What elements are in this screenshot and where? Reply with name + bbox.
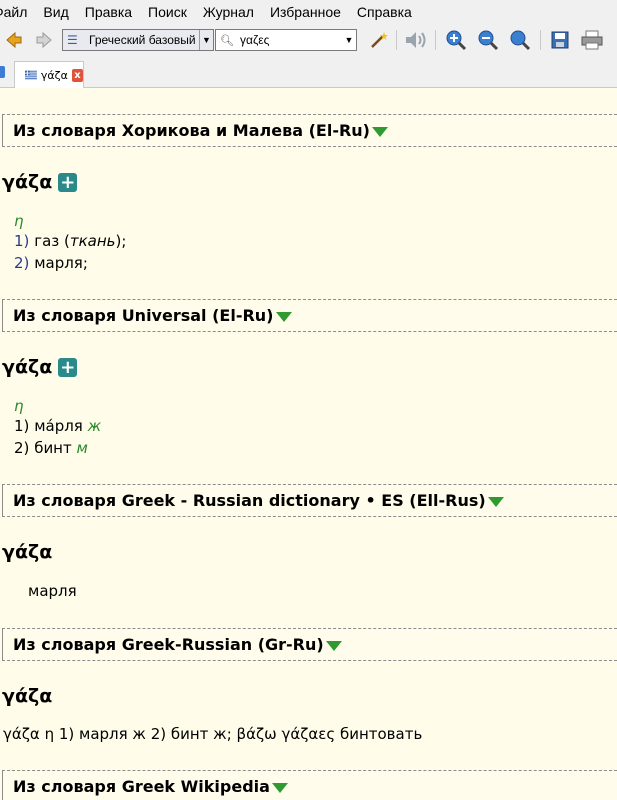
save-icon[interactable] xyxy=(548,28,572,52)
zoom-reset-icon[interactable] xyxy=(508,28,532,52)
sense-line: 1) газ (ткань); xyxy=(14,232,127,250)
print-icon[interactable] xyxy=(580,28,604,52)
headword: γάζα xyxy=(2,541,53,563)
menu-history[interactable]: Журнал xyxy=(203,4,254,20)
definition-text: марля xyxy=(28,582,77,600)
search-icon: 🔍︎ xyxy=(220,34,234,47)
list-icon: ☰ xyxy=(67,33,78,47)
dictionary-header-prefix: Из словаря xyxy=(13,777,117,796)
zoom-out-icon[interactable] xyxy=(476,28,500,52)
collapse-triangle-icon[interactable] xyxy=(275,311,292,322)
tab-gaza[interactable]: γάζα x xyxy=(14,61,84,88)
gender-marker: η xyxy=(14,212,24,230)
dictionary-header[interactable]: Из словаря Greek-Russian (Gr-Ru) xyxy=(2,628,617,661)
forward-arrow-icon[interactable] xyxy=(32,28,56,52)
menu-file[interactable]: Файл xyxy=(0,4,27,20)
collapse-triangle-icon[interactable] xyxy=(487,496,504,507)
add-to-favorites-icon[interactable]: + xyxy=(58,357,78,377)
dictionary-name: Greek Wikipedia xyxy=(121,777,270,796)
dictionary-group-select[interactable]: ☰ Греческий базовый ▼ xyxy=(62,29,214,51)
collapse-triangle-icon[interactable] xyxy=(271,782,288,793)
back-arrow-icon[interactable] xyxy=(2,28,26,52)
toolbar: ☰ Греческий базовый ▼ 🔍︎ γαζες ▼ xyxy=(0,24,617,57)
chevron-down-icon[interactable]: ▼ xyxy=(342,35,356,45)
magic-wand-icon[interactable] xyxy=(367,28,391,52)
dictionary-name: Greek-Russian (Gr-Ru) xyxy=(121,635,324,654)
dictionary-name: Хорикова и Малева (El-Ru) xyxy=(121,121,370,140)
search-input-value: γαζες xyxy=(240,33,270,47)
definition-text: γάζα η 1) марля ж 2) бинт ж; βάζω γάζαες… xyxy=(3,725,423,743)
tab-bar: γάζα x xyxy=(0,57,617,88)
collapse-triangle-icon[interactable] xyxy=(371,126,388,137)
headword: γάζα xyxy=(2,685,53,707)
menu-view[interactable]: Вид xyxy=(43,4,68,20)
dictionary-header-prefix: Из словаря xyxy=(13,306,117,325)
sense-line: 1) ма́рля ж xyxy=(14,417,102,435)
dictionary-header[interactable]: Из словаря Universal (El-Ru) xyxy=(2,299,617,332)
menu-edit[interactable]: Правка xyxy=(85,4,132,20)
add-to-favorites-icon[interactable]: + xyxy=(58,172,78,192)
menu-search[interactable]: Поиск xyxy=(148,4,187,20)
close-icon[interactable]: x xyxy=(71,68,83,82)
tab-scroll-left-icon[interactable] xyxy=(0,66,5,78)
dictionary-name: Universal (El-Ru) xyxy=(121,306,274,325)
article-view: Из словаря Хорикова и Малева (El-Ru) γάζ… xyxy=(0,88,617,800)
dictionary-header-prefix: Из словаря xyxy=(13,635,117,654)
sense-line: 2) марля; xyxy=(14,254,88,272)
sense-line: 2) бинт м xyxy=(14,439,88,457)
speaker-icon[interactable] xyxy=(404,28,428,52)
tab-label: γάζα xyxy=(40,68,68,82)
headword: γάζα + xyxy=(2,356,78,378)
menu-help[interactable]: Справка xyxy=(357,4,412,20)
dictionary-header-prefix: Из словаря xyxy=(13,121,117,140)
zoom-in-icon[interactable] xyxy=(444,28,468,52)
menu-favorites[interactable]: Избранное xyxy=(270,4,341,20)
headword: γάζα + xyxy=(2,171,78,193)
search-input[interactable]: 🔍︎ γαζες ▼ xyxy=(215,29,357,51)
dictionary-group-value: Греческий базовый xyxy=(89,33,196,47)
menu-bar: Файл Вид Правка Поиск Журнал Избранное С… xyxy=(0,0,617,24)
gender-marker: η xyxy=(14,397,24,415)
greek-flag-icon xyxy=(25,70,37,80)
dictionary-header[interactable]: Из словаря Greek Wikipedia xyxy=(2,770,617,800)
collapse-triangle-icon[interactable] xyxy=(325,640,342,651)
dictionary-header-prefix: Из словаря xyxy=(13,491,117,510)
dictionary-header[interactable]: Из словаря Greek - Russian dictionary • … xyxy=(2,484,617,517)
dictionary-header[interactable]: Из словаря Хорикова и Малева (El-Ru) xyxy=(2,114,617,147)
chevron-down-icon[interactable]: ▼ xyxy=(199,30,213,50)
dictionary-name: Greek - Russian dictionary • ES (Ell-Rus… xyxy=(121,491,486,510)
